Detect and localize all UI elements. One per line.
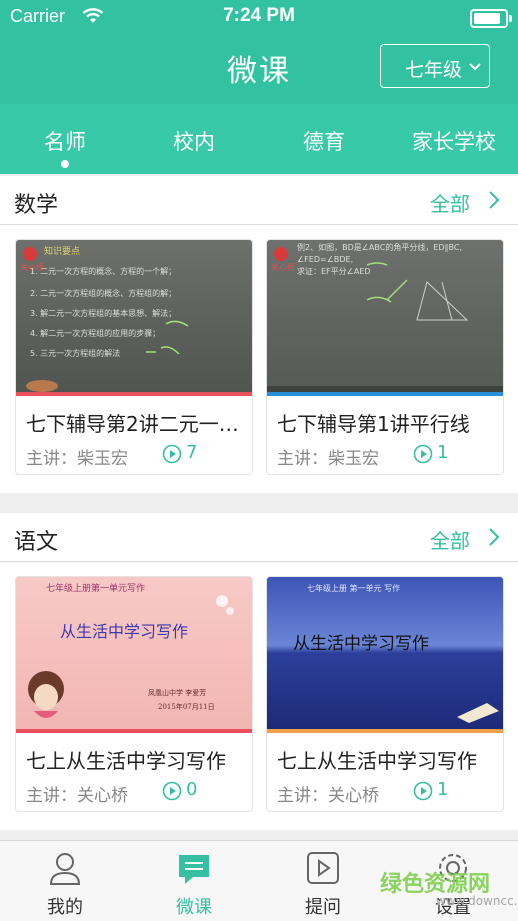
user-icon bbox=[49, 853, 81, 885]
active-tab-indicator bbox=[61, 160, 69, 168]
card-accent-bar bbox=[16, 392, 252, 396]
tab-moral[interactable]: 德育 bbox=[259, 126, 389, 156]
course-thumbnail: 七年级上册第一单元写作 从生活中学习写作 凤凰山中学 李爱芳 2015年07月1… bbox=[16, 577, 252, 729]
thumbnail-line: 2015年07月11日 bbox=[158, 702, 215, 711]
play-count: 1 bbox=[437, 442, 449, 463]
section-title: 数学 bbox=[14, 193, 59, 218]
nav-label: 提问 bbox=[305, 897, 341, 918]
course-thumbnail: 关心桥 知识要点 1. 二元一次方程的概念、方程的一个解； 2. 二元一次方程组… bbox=[16, 240, 252, 392]
nav-item-ask[interactable]: 提问 bbox=[268, 841, 378, 921]
see-all-link[interactable]: 全部 bbox=[430, 525, 470, 554]
category-tabs: 名师 校内 德育 家长学校 bbox=[0, 104, 518, 174]
play-count-icon bbox=[162, 781, 182, 801]
play-count: 1 bbox=[437, 779, 449, 800]
course-card[interactable]: 七年级上册 第一单元 写作 从生活中学习写作 七上从生活中学习写作 主讲：关心桥… bbox=[267, 577, 503, 811]
play-count: 7 bbox=[186, 442, 198, 463]
grade-selector[interactable]: 七年级 bbox=[380, 44, 490, 88]
thumbnail-line: 七年级上册 第一单元 写作 bbox=[307, 583, 400, 593]
status-time: 7:24 PM bbox=[223, 5, 295, 26]
tab-teachers[interactable]: 名师 bbox=[0, 126, 130, 156]
course-card[interactable]: 七年级上册第一单元写作 从生活中学习写作 凤凰山中学 李爱芳 2015年07月1… bbox=[16, 577, 252, 811]
section-title: 语文 bbox=[14, 530, 59, 555]
grade-selector-label: 七年级 bbox=[405, 59, 463, 81]
play-count: 0 bbox=[186, 779, 198, 800]
tab-parent-school[interactable]: 家长学校 bbox=[389, 126, 518, 156]
card-accent-bar bbox=[267, 392, 503, 396]
play-icon bbox=[307, 852, 339, 884]
nav-label: 微课 bbox=[176, 897, 212, 918]
status-bar: Carrier 7:24 PM bbox=[0, 0, 518, 34]
chevron-down-icon bbox=[469, 63, 481, 71]
thumbnail-line: 求证：EF平分∠AED bbox=[297, 266, 371, 276]
section-header-chinese: 语文 全部 bbox=[0, 513, 518, 562]
thumbnail-line: 1. 二元一次方程的概念、方程的一个解； bbox=[30, 266, 176, 276]
nav-item-microcourse[interactable]: 微课 bbox=[139, 841, 249, 921]
play-count-icon bbox=[413, 781, 433, 801]
play-count-icon bbox=[413, 444, 433, 464]
tab-school[interactable]: 校内 bbox=[129, 126, 259, 156]
course-thumbnail: 关心桥 例2、如图，BD是∠ABC的角平分线，ED∥BC, ∠FED=∠BDE,… bbox=[267, 240, 503, 392]
course-title: 七下辅导第2讲二元一次方程组 bbox=[26, 412, 246, 436]
thumbnail-line: 知识要点 bbox=[44, 245, 80, 257]
course-thumbnail: 七年级上册 第一单元 写作 从生活中学习写作 bbox=[267, 577, 503, 729]
course-title: 七下辅导第1讲平行线 bbox=[277, 412, 470, 436]
thumbnail-line: ∠FED=∠BDE, bbox=[297, 255, 353, 264]
thumbnail-line: 5. 三元一次方程组的解法 bbox=[30, 348, 120, 358]
nav-label: 我的 bbox=[47, 897, 83, 918]
chevron-right-icon[interactable] bbox=[488, 190, 500, 210]
course-lecturer: 主讲：柴玉宏 bbox=[277, 449, 379, 469]
play-count-icon bbox=[162, 444, 182, 464]
course-lecturer: 主讲：关心桥 bbox=[277, 786, 379, 806]
thumbnail-line: 4. 解二元一次方程组的应用的步骤； bbox=[30, 328, 160, 338]
card-accent-bar bbox=[267, 729, 503, 733]
course-title: 七上从生活中学习写作 bbox=[26, 749, 226, 773]
thumbnail-title: 从生活中学习写作 bbox=[60, 622, 188, 641]
watermark-url: www.downcc.com bbox=[436, 894, 518, 908]
see-all-link[interactable]: 全部 bbox=[430, 188, 470, 217]
course-card[interactable]: 关心桥 知识要点 1. 二元一次方程的概念、方程的一个解； 2. 二元一次方程组… bbox=[16, 240, 252, 474]
thumbnail-line: 2. 二元一次方程组的概念、方程组的解； bbox=[30, 288, 176, 298]
thumbnail-line: 凤凰山中学 李爱芳 bbox=[148, 688, 206, 697]
section-header-math: 数学 全部 bbox=[0, 176, 518, 225]
thumbnail-line: 七年级上册第一单元写作 bbox=[46, 582, 145, 594]
course-title: 七上从生活中学习写作 bbox=[277, 749, 477, 773]
section-body-math: 关心桥 知识要点 1. 二元一次方程的概念、方程的一个解； 2. 二元一次方程组… bbox=[0, 225, 518, 493]
thumbnail-title: 从生活中学习写作 bbox=[293, 634, 429, 654]
course-card[interactable]: 关心桥 例2、如图，BD是∠ABC的角平分线，ED∥BC, ∠FED=∠BDE,… bbox=[267, 240, 503, 474]
section-body-chinese: 七年级上册第一单元写作 从生活中学习写作 凤凰山中学 李爱芳 2015年07月1… bbox=[0, 562, 518, 830]
nav-item-mine[interactable]: 我的 bbox=[10, 841, 120, 921]
battery-icon bbox=[470, 9, 512, 28]
course-lecturer: 主讲：柴玉宏 bbox=[26, 449, 128, 469]
thumbnail-line: 3. 解二元一次方程组的基本思想、解法； bbox=[30, 308, 176, 318]
chevron-right-icon[interactable] bbox=[488, 527, 500, 547]
chat-icon bbox=[179, 855, 209, 884]
course-lecturer: 主讲：关心桥 bbox=[26, 786, 128, 806]
app-header: Carrier 7:24 PM 微课 七年级 bbox=[0, 0, 518, 104]
card-accent-bar bbox=[16, 729, 252, 733]
thumbnail-logo: 关心桥 bbox=[271, 262, 295, 272]
thumbnail-line: 例2、如图，BD是∠ABC的角平分线，ED∥BC, bbox=[297, 242, 462, 252]
